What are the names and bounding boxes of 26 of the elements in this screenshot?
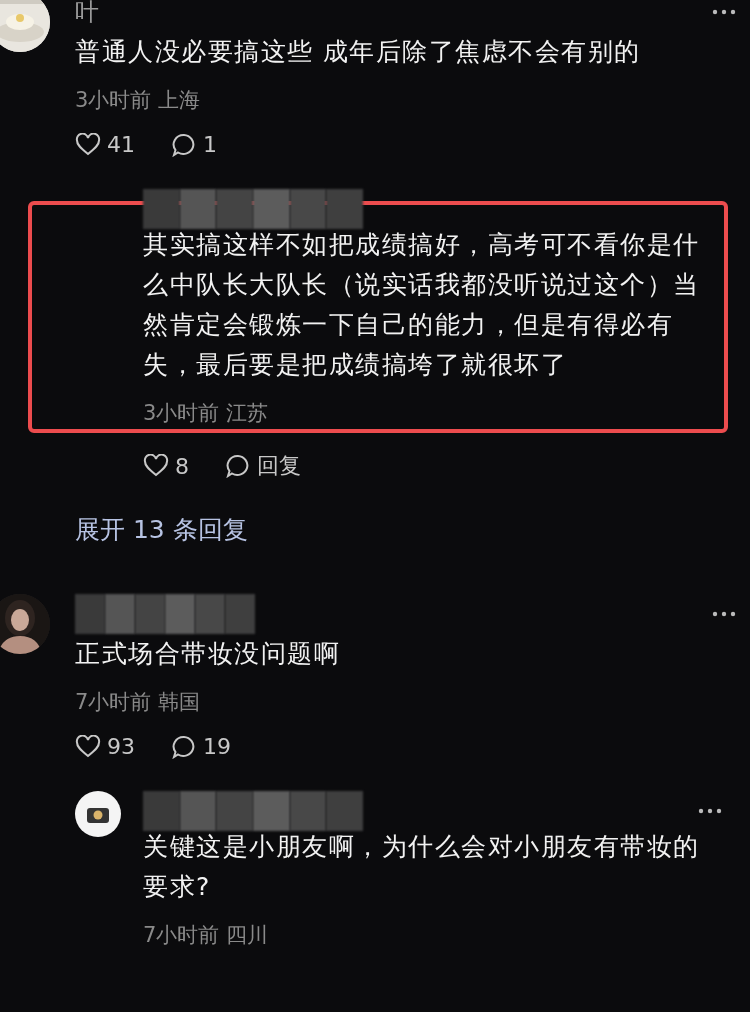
heart-icon bbox=[75, 132, 101, 157]
like-button[interactable]: 93 bbox=[75, 734, 135, 759]
comment-icon bbox=[225, 454, 251, 478]
reply-button[interactable]: 1 bbox=[171, 132, 217, 157]
comment-text: 关键这是小朋友啊，为什么会对小朋友有带妆的要求? bbox=[143, 831, 701, 903]
like-button[interactable]: 8 bbox=[143, 451, 189, 481]
more-button[interactable] bbox=[712, 611, 736, 617]
more-button[interactable] bbox=[712, 9, 736, 15]
comment-meta: 7小时前 四川 bbox=[143, 922, 270, 949]
heart-icon bbox=[143, 454, 169, 478]
reply-button[interactable]: 19 bbox=[171, 734, 231, 759]
more-button[interactable] bbox=[698, 808, 722, 814]
username[interactable]: 叶 bbox=[75, 0, 99, 28]
comment-meta: 7小时前 韩国 bbox=[75, 689, 202, 716]
comment-text: 正式场合带妆没问题啊 bbox=[75, 638, 341, 670]
avatar[interactable] bbox=[75, 791, 121, 837]
comment-icon bbox=[171, 132, 197, 157]
comment-icon bbox=[171, 734, 197, 759]
comment-text: 其实搞这样不如把成绩搞好，高考可不看你是什么中队长大队长（说实话我都没听说过这个）当然肯定会锻炼一下自己的能力，但是有得必有失，最后要是把成绩搞垮了就很坏了 bbox=[143, 229, 701, 381]
comment-text: 普通人没必要搞这些 成年后除了焦虑不会有别的 bbox=[75, 36, 642, 68]
heart-icon bbox=[75, 734, 101, 759]
reply-button[interactable]: 回复 bbox=[225, 451, 301, 481]
comment-meta: 3小时前 江苏 bbox=[143, 400, 270, 427]
expand-replies-link[interactable]: 展开 13 条回复 bbox=[75, 513, 248, 546]
like-button[interactable]: 41 bbox=[75, 132, 135, 157]
comment-meta: 3小时前 上海 bbox=[75, 87, 202, 114]
